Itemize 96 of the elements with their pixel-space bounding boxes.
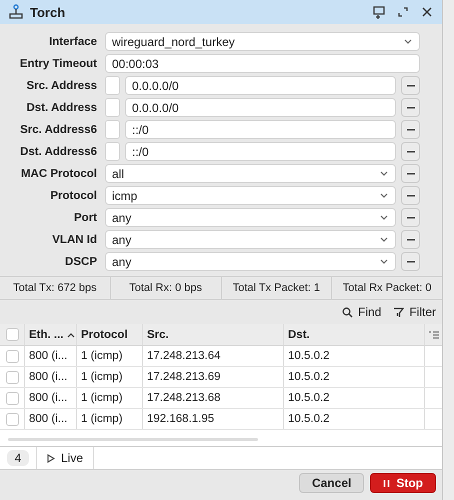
remove-button[interactable] <box>401 186 420 205</box>
minus-icon <box>406 150 414 152</box>
table-cell: 10.5.0.2 <box>284 346 425 366</box>
minus-icon <box>406 172 414 174</box>
negate-checkbox[interactable] <box>105 142 120 161</box>
filter-button[interactable]: Filter <box>393 305 436 319</box>
dock-icon[interactable] <box>372 5 386 19</box>
table-cell: 10.5.0.2 <box>284 388 425 408</box>
dropdown[interactable]: any <box>105 208 396 227</box>
table-cell: 1 (icmp) <box>77 346 143 366</box>
remove-button[interactable] <box>401 208 420 227</box>
dropdown[interactable]: any <box>105 252 396 271</box>
find-button[interactable]: Find <box>342 305 382 319</box>
field-label: VLAN Id <box>51 234 98 246</box>
caret-icon <box>379 235 389 244</box>
minus-icon <box>406 216 414 218</box>
field-label: Protocol <box>49 190 98 202</box>
remove-button[interactable] <box>401 230 420 249</box>
row-checkbox[interactable] <box>6 392 18 404</box>
scrollbar-thumb[interactable] <box>8 438 258 441</box>
input-field[interactable]: 00:00:03 <box>105 54 420 73</box>
row-checkbox[interactable] <box>6 350 18 362</box>
field-label: Src. Address <box>25 80 98 92</box>
minus-icon <box>406 238 414 240</box>
input-field[interactable]: ::/0 <box>125 142 396 161</box>
minus-icon <box>406 260 414 262</box>
joystick-icon <box>8 4 24 20</box>
pause-icon <box>383 478 390 488</box>
table-cell: 800 (i... <box>25 388 77 408</box>
dropdown[interactable]: icmp <box>105 186 396 205</box>
minus-icon <box>406 84 414 86</box>
search-icon <box>342 306 353 318</box>
play-icon <box>46 454 55 462</box>
stop-button[interactable]: Stop <box>370 473 436 493</box>
column-header[interactable]: Dst. <box>284 324 425 345</box>
close-icon[interactable] <box>420 5 434 19</box>
minus-icon <box>406 106 414 108</box>
table-cell: 17.248.213.68 <box>143 388 284 408</box>
table-cell: 1 (icmp) <box>77 409 143 429</box>
table-cell: 17.248.213.64 <box>143 346 284 366</box>
column-menu-icon[interactable] <box>429 330 439 338</box>
minus-icon <box>406 194 414 196</box>
live-button[interactable]: Live <box>37 447 94 469</box>
field-label: Entry Timeout <box>18 58 98 70</box>
caret-icon <box>379 191 389 200</box>
column-header[interactable]: Src. <box>143 324 284 345</box>
table-cell: 800 (i... <box>25 367 77 387</box>
dropdown[interactable]: any <box>105 230 396 249</box>
remove-button[interactable] <box>401 252 420 271</box>
dropdown[interactable]: wireguard_nord_turkey <box>105 32 420 51</box>
stat-label: Total Rx: 0 bps <box>110 277 222 299</box>
remove-button[interactable] <box>401 142 420 161</box>
caret-icon <box>379 213 389 222</box>
minus-icon <box>406 128 414 130</box>
maximize-icon[interactable] <box>396 5 410 19</box>
field-label: MAC Protocol <box>20 168 98 180</box>
field-label: Dst. Address6 <box>19 146 98 158</box>
stat-label: Total Rx Packet: 0 <box>342 281 432 296</box>
cancel-button[interactable]: Cancel <box>298 473 364 493</box>
select-all-checkbox[interactable] <box>6 328 18 341</box>
window-title: Torch <box>30 4 66 20</box>
caret-icon <box>403 37 413 46</box>
table-cell: 192.168.1.95 <box>143 409 284 429</box>
remove-button[interactable] <box>401 76 420 95</box>
remove-button[interactable] <box>401 98 420 117</box>
sort-caret-icon <box>66 332 74 338</box>
negate-checkbox[interactable] <box>105 76 120 95</box>
input-field[interactable]: 0.0.0.0/0 <box>125 76 396 95</box>
caret-icon <box>379 169 389 178</box>
field-label: Src. Address6 <box>19 124 98 136</box>
table-cell: 800 (i... <box>25 346 77 366</box>
row-checkbox[interactable] <box>6 412 18 426</box>
input-field[interactable]: 0.0.0.0/0 <box>125 98 396 117</box>
row-checkbox[interactable] <box>6 370 18 384</box>
table-cell: 1 (icmp) <box>77 367 143 387</box>
table-cell: 17.248.213.69 <box>143 367 284 387</box>
column-header[interactable]: Protocol <box>77 324 143 345</box>
table-cell: 800 (i... <box>25 409 77 429</box>
field-label: Port <box>73 212 98 224</box>
field-label: Interface <box>48 36 98 48</box>
table-cell: 10.5.0.2 <box>284 409 425 429</box>
table-cell: 10.5.0.2 <box>284 367 425 387</box>
stat-label: Total Tx Packet: 1 <box>222 277 332 299</box>
field-label: Dst. Address <box>25 102 98 114</box>
dropdown[interactable]: all <box>105 164 396 183</box>
row-count: 4 <box>6 450 30 466</box>
remove-button[interactable] <box>401 120 420 139</box>
negate-checkbox[interactable] <box>105 98 120 117</box>
caret-icon <box>379 257 389 266</box>
field-label: DSCP <box>64 256 98 268</box>
table-cell: 1 (icmp) <box>77 388 143 408</box>
input-field[interactable]: ::/0 <box>125 120 396 139</box>
remove-button[interactable] <box>401 164 420 183</box>
column-header[interactable]: Eth. ... <box>25 324 77 345</box>
stat-label: Total Tx: 672 bps <box>0 277 111 299</box>
negate-checkbox[interactable] <box>105 120 120 139</box>
